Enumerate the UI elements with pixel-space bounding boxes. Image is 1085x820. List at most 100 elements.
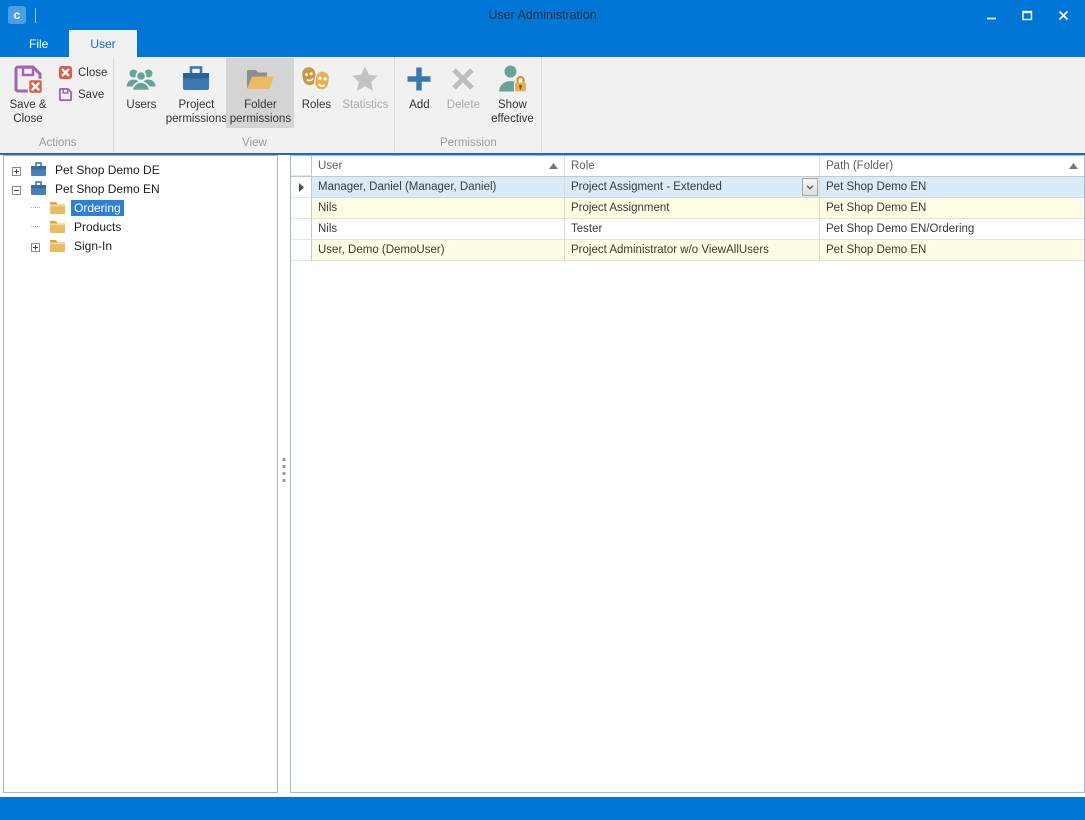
role-combo-button[interactable]	[802, 178, 818, 196]
panel-splitter[interactable]	[278, 155, 290, 793]
add-button[interactable]: Add	[397, 58, 441, 115]
save-icon	[58, 87, 73, 102]
sort-ascending-icon	[1065, 163, 1078, 169]
tree-item-pet-shop-demo-de[interactable]: Pet Shop Demo DE	[4, 160, 277, 179]
chevron-down-icon	[806, 185, 814, 190]
role-value: Project Assigment - Extended	[571, 181, 722, 193]
delete-label: Delete	[447, 99, 480, 113]
path-cell[interactable]: Pet Shop Demo EN	[820, 198, 1084, 219]
folder-icon	[49, 238, 66, 253]
user-cell[interactable]: Nils	[312, 198, 565, 219]
user-cell[interactable]: Nils	[312, 219, 565, 240]
main-content: Pet Shop Demo DE Pet Shop Demo EN Orderi…	[0, 155, 1085, 793]
show-effective-button[interactable]: Show effective	[485, 58, 539, 128]
user-cell[interactable]: Manager, Daniel (Manager, Daniel)	[312, 177, 565, 198]
group-label-actions: Actions	[2, 136, 113, 153]
user-cell[interactable]: User, Demo (DemoUser)	[312, 240, 565, 261]
path-cell[interactable]: Pet Shop Demo EN	[820, 177, 1084, 198]
ribbon-group-permission: Add Delete Show effect	[395, 57, 542, 153]
tree-item-label[interactable]: Pet Shop Demo DE	[52, 162, 163, 178]
table-row[interactable]: User, Demo (DemoUser) Project Administra…	[291, 240, 1084, 261]
row-indicator-cell	[291, 177, 312, 198]
column-header-path[interactable]: Path (Folder)	[820, 156, 1084, 176]
star-icon	[349, 63, 381, 95]
ribbon-group-view: Users Project permissions	[114, 57, 395, 153]
grid-empty-area	[291, 261, 1084, 792]
tree-connector	[31, 226, 40, 227]
table-row[interactable]: Nils Project Assignment Pet Shop Demo EN	[291, 198, 1084, 219]
project-permissions-label: Project permissions	[166, 99, 227, 126]
folder-icon	[49, 200, 66, 215]
save-button[interactable]: Save	[58, 87, 107, 102]
role-cell[interactable]: Project Administrator w/o ViewAllUsers	[565, 240, 820, 261]
role-cell[interactable]: Project Assigment - Extended	[565, 177, 820, 198]
statistics-label: Statistics	[342, 99, 388, 113]
roles-button[interactable]: Roles	[294, 58, 338, 115]
tree-item-label[interactable]: Pet Shop Demo EN	[52, 181, 163, 197]
expander-plus-icon[interactable]	[12, 165, 21, 174]
project-icon	[30, 181, 47, 196]
window-controls	[985, 9, 1077, 21]
tree-item-sign-in[interactable]: Sign-In	[4, 236, 277, 255]
close-label: Close	[78, 67, 107, 79]
close-window-icon[interactable]	[1057, 9, 1069, 21]
role-cell[interactable]: Tester	[565, 219, 820, 240]
column-header-label: Path (Folder)	[826, 160, 893, 172]
users-button[interactable]: Users	[116, 58, 166, 115]
ribbon-group-actions: Save & Close Close Save Actions	[2, 57, 114, 153]
users-label: Users	[126, 99, 156, 113]
tab-file[interactable]: File	[8, 30, 69, 57]
path-cell[interactable]: Pet Shop Demo EN/Ordering	[820, 219, 1084, 240]
grid-header-row: User Role Path (Folder)	[291, 156, 1084, 177]
show-effective-label: Show effective	[488, 99, 536, 126]
quick-access-separator	[35, 8, 36, 23]
tree-item-products[interactable]: Products	[4, 217, 277, 236]
roles-label: Roles	[302, 99, 331, 113]
row-indicator-cell	[291, 240, 312, 261]
column-header-label: Role	[571, 160, 595, 172]
folder-permissions-button[interactable]: Folder permissions	[226, 58, 294, 128]
save-and-close-button[interactable]: Save & Close	[4, 58, 52, 128]
sort-ascending-icon	[545, 163, 558, 169]
folder-open-icon	[244, 63, 276, 95]
ribbon: Save & Close Close Save Actions	[0, 57, 1085, 155]
group-label-permission: Permission	[395, 136, 541, 153]
table-row[interactable]: Nils Tester Pet Shop Demo EN/Ordering	[291, 219, 1084, 240]
delete-button[interactable]: Delete	[441, 58, 485, 115]
window-title: User Administration	[0, 8, 1085, 22]
path-cell[interactable]: Pet Shop Demo EN	[820, 240, 1084, 261]
expander-plus-icon[interactable]	[31, 241, 40, 250]
table-row[interactable]: Manager, Daniel (Manager, Daniel) Projec…	[291, 177, 1084, 198]
minimize-icon[interactable]	[985, 9, 997, 21]
tab-user[interactable]: User	[69, 30, 136, 57]
project-permissions-button[interactable]: Project permissions	[166, 58, 226, 128]
role-cell[interactable]: Project Assignment	[565, 198, 820, 219]
column-header-user[interactable]: User	[312, 156, 565, 176]
plus-icon	[403, 63, 435, 95]
add-label: Add	[409, 99, 429, 113]
briefcase-icon	[180, 63, 212, 95]
person-lock-icon	[496, 63, 528, 95]
column-header-role[interactable]: Role	[565, 156, 820, 176]
tree-item-pet-shop-demo-en[interactable]: Pet Shop Demo EN	[4, 179, 277, 198]
theater-masks-icon	[300, 63, 332, 95]
tree-connector	[31, 207, 40, 208]
grid-header-indicator	[291, 156, 312, 176]
close-button[interactable]: Close	[58, 65, 107, 80]
splitter-grip-icon	[283, 458, 286, 482]
statistics-button[interactable]: Statistics	[338, 58, 392, 115]
row-indicator-cell	[291, 198, 312, 219]
close-icon	[58, 65, 73, 80]
save-and-close-label: Save & Close	[7, 99, 49, 126]
folder-icon	[49, 219, 66, 234]
maximize-icon[interactable]	[1021, 9, 1033, 21]
save-label: Save	[78, 89, 104, 101]
project-icon	[30, 162, 47, 177]
tree-item-label[interactable]: Sign-In	[71, 238, 115, 254]
tree-item-label[interactable]: Ordering	[71, 200, 124, 216]
tree-item-ordering[interactable]: Ordering	[4, 198, 277, 217]
tree-item-label[interactable]: Products	[71, 219, 124, 235]
expander-minus-icon[interactable]	[12, 184, 21, 193]
current-row-indicator-icon	[299, 183, 304, 192]
title-bar: c User Administration	[0, 0, 1085, 30]
